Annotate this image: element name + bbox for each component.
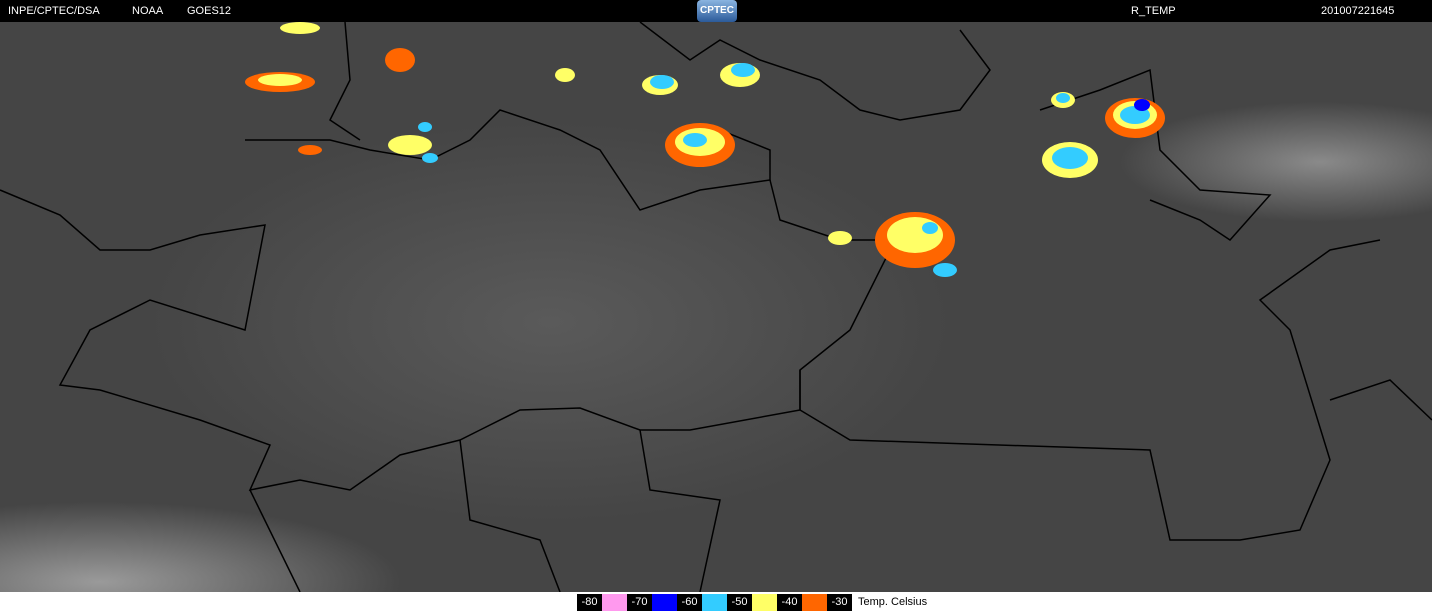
product-label: R_TEMP [1131, 5, 1176, 17]
legend-unit: Temp. Celsius [858, 596, 928, 608]
source-label: INPE/CPTEC/DSA [8, 5, 100, 17]
cptec-logo: CPTEC [697, 0, 737, 22]
timestamp-label: 201007221645 [1321, 5, 1395, 17]
legend-label: -60 [677, 594, 702, 611]
legend-swatch [702, 594, 727, 611]
satellite-label: GOES12 [187, 5, 232, 17]
map-overlay [0, 21, 1432, 593]
legend-label: -40 [777, 594, 802, 611]
cloud-top-cells [245, 22, 1165, 277]
legend-swatch [752, 594, 777, 611]
legend-label: -70 [627, 594, 652, 611]
legend-label: -30 [827, 594, 852, 611]
legend-swatch [652, 594, 677, 611]
legend-label: -80 [577, 594, 602, 611]
temperature-legend: -80 -70 -60 -50 -40 -30 Temp. Celsius [577, 594, 927, 611]
legend-label: -50 [727, 594, 752, 611]
country-borders [0, 21, 1432, 593]
legend-swatch [602, 594, 627, 611]
legend-swatch [802, 594, 827, 611]
satellite-image [0, 21, 1432, 593]
agency-label: NOAA [132, 5, 164, 17]
header-bar: INPE/CPTEC/DSA NOAA GOES12 CPTEC R_TEMP … [0, 0, 1432, 22]
